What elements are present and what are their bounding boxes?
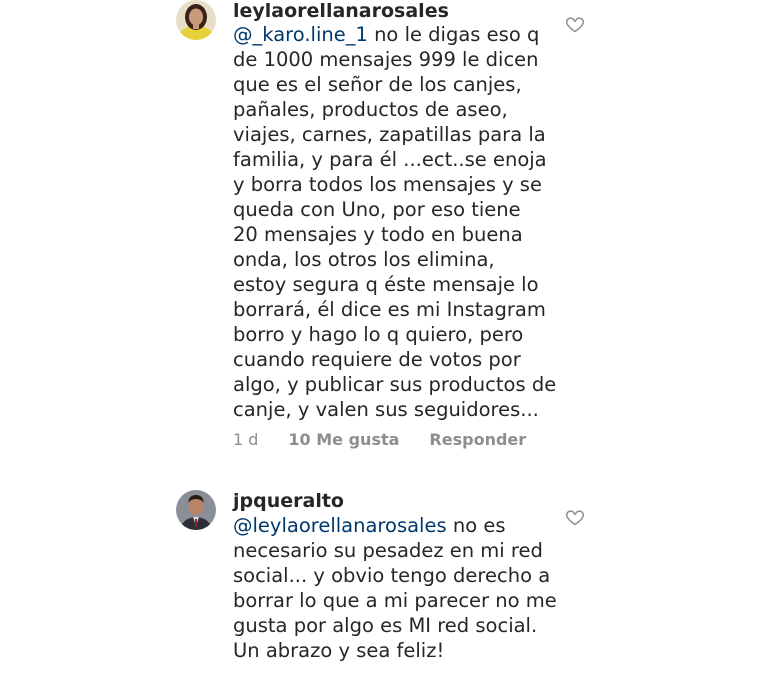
comment-line: necesario su pesadez en mi red (233, 539, 543, 562)
comment-line: no es (452, 514, 506, 537)
mention-link[interactable]: @leylaorellanarosales (233, 514, 447, 537)
comment-line: borrará, él dice es mi Instagram (233, 298, 546, 321)
comment-meta: 1 d 10 Me gusta Responder (233, 430, 526, 449)
comment-line: cuando requiere de votos por (233, 348, 521, 371)
comment-line: y borra todos los mensajes y se (233, 173, 542, 196)
avatar-photo (176, 490, 216, 530)
comment-line: canje, y valen sus seguidores... (233, 398, 539, 421)
comment-line: borro y hago lo q quiero, pero (233, 323, 524, 346)
comment-line: 20 mensajes y todo en buena (233, 223, 523, 246)
comment-text: @leylaorellanarosales no es necesario su… (233, 513, 557, 663)
comment-line: de 1000 mensajes 999 le dicen (233, 48, 539, 71)
comment-line: Un abrazo y sea feliz! (233, 639, 445, 662)
comment-line: estoy segura q éste mensaje lo (233, 273, 539, 296)
comment-line: algo, y publicar sus productos de (233, 373, 557, 396)
comment-timestamp: 1 d (233, 430, 259, 449)
avatar[interactable] (176, 490, 216, 530)
comment-username[interactable]: jpqueralto (233, 490, 344, 512)
comment-line: que es el señor de los canjes, (233, 73, 522, 96)
avatar-photo (176, 0, 216, 40)
heart-outline-icon[interactable] (565, 507, 585, 527)
reply-button[interactable]: Responder (429, 430, 526, 449)
comment-line: social... y obvio tengo derecho a (233, 564, 551, 587)
comment-line: gusta por algo es MI red social. (233, 614, 538, 637)
likes-count-button[interactable]: 10 Me gusta (288, 430, 399, 449)
avatar[interactable] (176, 0, 216, 40)
heart-outline-icon[interactable] (565, 14, 585, 34)
mention-link[interactable]: @_karo.line_1 (233, 23, 368, 46)
comment-username[interactable]: leylaorellanarosales (233, 0, 449, 22)
comment-line: viajes, carnes, zapatillas para la (233, 123, 546, 146)
comment-line: no le digas eso q (374, 23, 540, 46)
comment-line: pañales, productos de aseo, (233, 98, 508, 121)
comment-line: borrar lo que a mi parecer no me (233, 589, 557, 612)
comment-text: @_karo.line_1 no le digas eso q de 1000 … (233, 22, 556, 422)
comment-line: queda con Uno, por eso tiene (233, 198, 521, 221)
comment-line: familia, y para él ...ect..se enoja (233, 148, 547, 171)
comment-line: onda, los otros los elimina, (233, 248, 495, 271)
